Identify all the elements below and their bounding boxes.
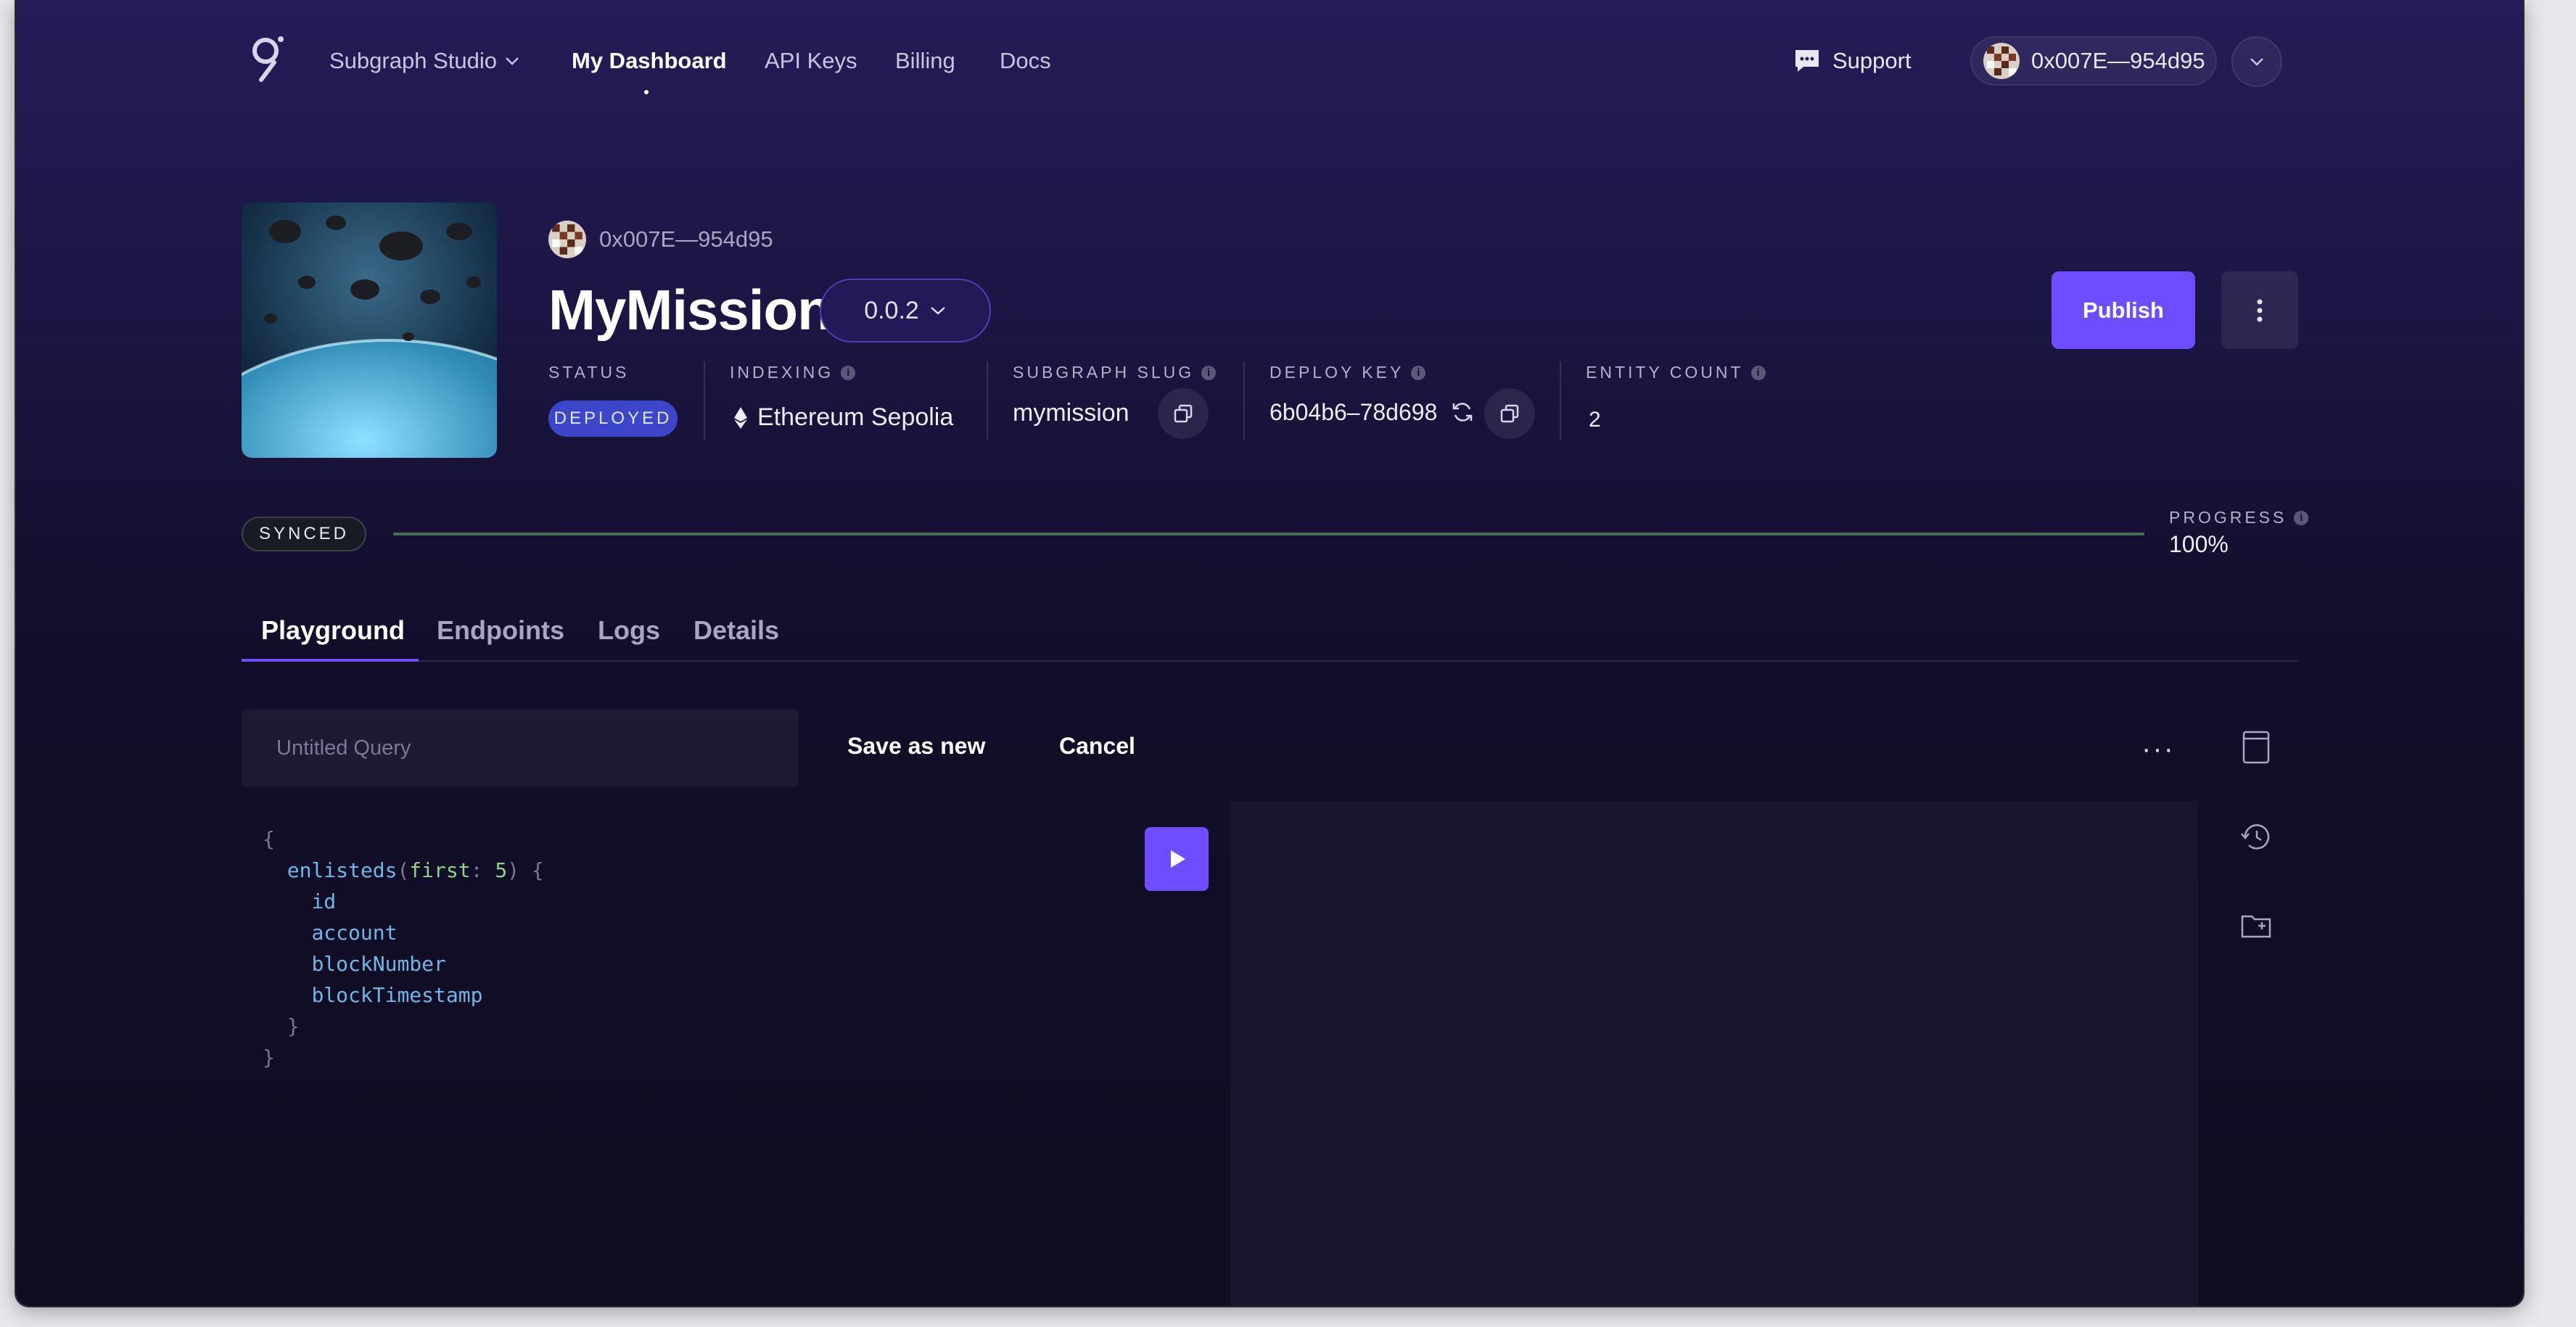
owner-address: 0x007E—954d95	[599, 226, 773, 252]
indexing-value: Ethereum Sepolia	[757, 403, 954, 431]
progress-label-row: PROGRESS i	[2169, 508, 2309, 527]
info-icon[interactable]: i	[1750, 365, 1766, 380]
nav-docs[interactable]: Docs	[1000, 48, 1051, 74]
status-badge: DEPLOYED	[548, 400, 678, 437]
entity-count-value: 2	[1589, 408, 1601, 432]
support-label: Support	[1832, 48, 1912, 73]
subgraph-studio-label: Subgraph Studio	[329, 48, 497, 73]
saved-queries-button[interactable]	[2234, 726, 2278, 769]
info-icon[interactable]: i	[2294, 510, 2309, 525]
new-folder-button[interactable]	[2234, 904, 2278, 948]
code-open-brace: {	[263, 827, 275, 851]
run-query-button[interactable]	[1145, 827, 1209, 891]
history-button[interactable]	[2234, 815, 2278, 859]
indexing-network: Ethereum Sepolia	[734, 403, 953, 432]
chevron-down-icon	[930, 307, 945, 315]
progress-label: PROGRESS	[2169, 508, 2287, 527]
info-icon[interactable]: i	[841, 365, 856, 380]
subgraph-image	[242, 202, 497, 458]
code-arg-value: 5	[495, 858, 508, 882]
entity-count-label-row: ENTITY COUNT i	[1586, 363, 1766, 382]
bookmark-file-icon	[2242, 731, 2270, 764]
version-select[interactable]: 0.0.2	[820, 279, 991, 342]
progress-bar-fill	[393, 533, 2144, 535]
deploy-key-label-row: DEPLOY KEY i	[1270, 363, 1426, 382]
divider	[704, 361, 705, 440]
nav-billing[interactable]: Billing	[895, 48, 955, 74]
publish-button[interactable]: Publish	[2052, 271, 2195, 349]
tab-playground[interactable]: Playground	[261, 615, 405, 646]
divider	[987, 361, 988, 440]
chevron-down-icon	[506, 57, 519, 65]
copy-icon	[1174, 404, 1193, 423]
version-label: 0.0.2	[864, 296, 919, 324]
indexing-label-row: INDEXING i	[730, 363, 856, 382]
query-name-input[interactable]: Untitled Query	[242, 710, 799, 786]
folder-add-icon	[2241, 915, 2271, 938]
account-address: 0x007E—954d95	[2031, 48, 2205, 73]
code-close-inner: }	[287, 1014, 300, 1038]
info-icon[interactable]: i	[1411, 365, 1426, 380]
save-as-new-button[interactable]: Save as new	[847, 733, 985, 760]
code-field: id	[311, 890, 337, 913]
deploy-key-value: 6b04b6–78d698	[1270, 399, 1438, 425]
ethereum-icon	[734, 406, 747, 429]
slug-label: SUBGRAPH SLUG	[1013, 363, 1195, 382]
indexing-label: INDEXING	[730, 363, 834, 382]
code-arg-name: first	[409, 858, 471, 882]
app-window: Subgraph Studio My Dashboard API Keys Bi…	[16, 0, 2523, 1306]
slug-label-row: SUBGRAPH SLUG i	[1013, 363, 1217, 382]
avatar	[548, 221, 586, 258]
support-button[interactable]: Support	[1793, 44, 1912, 78]
avatar	[1983, 43, 2020, 79]
tab-logs[interactable]: Logs	[598, 615, 660, 646]
active-tab-indicator	[242, 659, 419, 662]
progress-bar	[393, 533, 2144, 535]
synced-badge: SYNCED	[242, 517, 366, 551]
divider	[1560, 361, 1561, 440]
entity-count-label: ENTITY COUNT	[1586, 363, 1744, 382]
refresh-icon[interactable]	[1451, 400, 1474, 424]
tab-endpoints[interactable]: Endpoints	[437, 615, 564, 646]
nav-api-keys[interactable]: API Keys	[765, 48, 857, 74]
more-actions-button[interactable]: ···	[2141, 733, 2175, 765]
code-field: account	[311, 921, 398, 945]
tab-divider	[242, 660, 2298, 662]
code-close-outer: }	[263, 1045, 275, 1069]
subgraph-studio-menu[interactable]: Subgraph Studio	[329, 48, 520, 74]
active-nav-indicator	[644, 90, 649, 94]
code-field: blockNumber	[311, 952, 446, 976]
graph-logo-icon[interactable]	[248, 35, 286, 86]
history-icon	[2241, 824, 2270, 850]
kebab-menu-icon	[2257, 299, 2263, 321]
copy-icon	[1500, 404, 1519, 423]
code-field: blockTimestamp	[311, 983, 483, 1007]
info-icon[interactable]: i	[1201, 365, 1217, 380]
chevron-down-icon	[2250, 58, 2263, 66]
code-entity: enlisteds	[287, 858, 398, 882]
deploy-key-label: DEPLOY KEY	[1270, 363, 1404, 382]
query-editor[interactable]: { enlisteds(first: 5) { id account block…	[263, 823, 544, 1073]
copy-slug-button[interactable]	[1158, 388, 1209, 439]
owner-row: 0x007E—954d95	[548, 221, 773, 258]
status-label: STATUS	[548, 363, 630, 382]
result-panel	[1230, 801, 2198, 1306]
tab-details[interactable]: Details	[694, 615, 779, 646]
copy-deploy-key-button[interactable]	[1484, 388, 1535, 439]
account-menu-button[interactable]	[2231, 36, 2282, 87]
play-icon	[1171, 850, 1185, 868]
progress-value: 100%	[2169, 531, 2229, 557]
account-button[interactable]: 0x007E—954d95	[1970, 36, 2217, 86]
nav-my-dashboard[interactable]: My Dashboard	[572, 48, 727, 74]
chat-icon	[1795, 50, 1819, 72]
divider	[1243, 361, 1245, 440]
more-options-button[interactable]	[2221, 271, 2298, 349]
page-title: MyMission	[548, 278, 832, 342]
cancel-button[interactable]: Cancel	[1059, 733, 1135, 760]
slug-value: mymission	[1013, 399, 1129, 427]
